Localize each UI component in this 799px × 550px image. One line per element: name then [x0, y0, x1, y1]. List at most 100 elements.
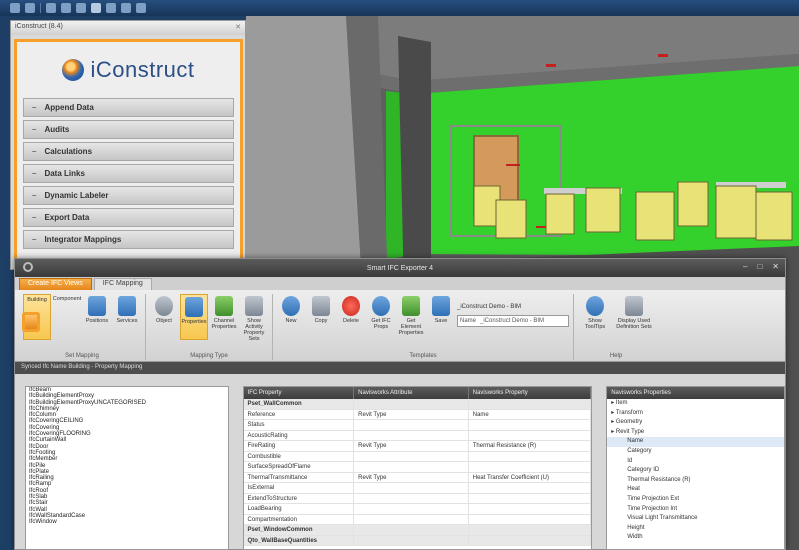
table-cell[interactable] [354, 483, 469, 493]
table-cell[interactable] [469, 504, 592, 514]
select-icon[interactable] [91, 3, 101, 13]
table-cell[interactable]: Reference [244, 409, 355, 419]
table-cell[interactable]: Revit Type [354, 441, 469, 451]
redo-icon[interactable] [61, 3, 71, 13]
tree-node[interactable]: Thermal Resistance (R) [607, 476, 784, 486]
services-button[interactable]: Services [113, 294, 141, 360]
open-icon[interactable] [10, 3, 20, 13]
delete-button[interactable]: Delete [337, 294, 365, 360]
table-cell[interactable] [354, 420, 469, 430]
column-header[interactable]: Navisworks Attribute [354, 387, 469, 399]
get-element-properties-button[interactable]: Get Element Properties [397, 294, 425, 360]
table-cell[interactable]: AcousticRating [244, 430, 355, 440]
table-cell[interactable]: FireRating [244, 441, 355, 451]
table-cell[interactable]: Heat Transfer Coefficient (U) [469, 472, 592, 482]
tree-node[interactable]: ▸ Revit Type [607, 428, 784, 438]
table-cell[interactable] [354, 535, 469, 545]
save-button[interactable]: Save [427, 294, 455, 360]
new-button[interactable]: New [277, 294, 305, 360]
tree-node[interactable]: Category ID [607, 466, 784, 476]
table-cell[interactable] [354, 525, 469, 535]
copy-button[interactable]: Copy [307, 294, 335, 360]
tree-node[interactable]: Name [607, 437, 785, 447]
tree-node[interactable]: Height [607, 524, 784, 534]
table-row[interactable]: Compartmentation [243, 514, 592, 525]
undo-icon[interactable] [46, 3, 56, 13]
properties-button[interactable]: Properties [180, 294, 208, 340]
menu-item-dynamic-labeler[interactable]: – Dynamic Labeler [23, 186, 234, 205]
show-activity-property-sets-button[interactable]: Show Activity Property Sets [240, 294, 268, 360]
tree-node[interactable]: Category [607, 447, 784, 457]
table-cell[interactable] [354, 462, 469, 472]
channel-properties-button[interactable]: Channel Properties [210, 294, 238, 360]
property-mapping-grid[interactable]: IFC Property Navisworks Attribute Navisw… [242, 386, 593, 550]
menu-item-append-data[interactable]: – Append Data [23, 98, 234, 117]
object-button[interactable]: Object [150, 294, 178, 360]
group-row[interactable]: Pset_WallCommon [243, 399, 592, 410]
component-button[interactable]: Component [22, 294, 81, 360]
template-dropdown[interactable]: _iConstruct Demo - BIM [457, 304, 569, 310]
table-cell[interactable]: Pset_WallCommon [244, 399, 355, 409]
table-row[interactable]: Status [243, 420, 592, 431]
table-cell[interactable] [469, 430, 592, 440]
menu-item-audits[interactable]: – Audits [23, 120, 234, 139]
table-row[interactable]: LoadBearing [243, 504, 592, 515]
table-cell[interactable]: Status [244, 420, 355, 430]
table-cell[interactable] [469, 483, 592, 493]
tree-node[interactable]: Visual Light Transmittance [607, 514, 784, 524]
group-row[interactable]: Pset_WindowCommon [243, 525, 592, 536]
table-cell[interactable] [354, 430, 469, 440]
table-cell[interactable]: Revit Type [354, 409, 469, 419]
tree-node[interactable]: Width [607, 533, 784, 543]
tree-node[interactable]: Heat [607, 485, 784, 495]
tree-node[interactable]: ▸ Transform [607, 409, 784, 419]
get-ifc-props-button[interactable]: Get IFC Props [367, 294, 395, 360]
show-tooltips-button[interactable]: Show ToolTips [578, 294, 612, 360]
table-cell[interactable]: Thermal Resistance (R) [469, 441, 592, 451]
table-cell[interactable] [469, 399, 592, 409]
menu-item-integrator-mappings[interactable]: – Integrator Mappings [23, 230, 234, 249]
group-row[interactable]: Qto_WallBaseQuantities [243, 535, 592, 546]
table-cell[interactable] [469, 451, 592, 461]
table-cell[interactable] [354, 504, 469, 514]
table-cell[interactable]: LoadBearing [244, 504, 355, 514]
ifc-element-list[interactable]: IfcBeam IfcBuildingElementProxy IfcBuildin… [25, 386, 229, 550]
panel-close-icon[interactable]: ✕ [235, 23, 241, 33]
measure-icon[interactable] [106, 3, 116, 13]
table-row[interactable]: Reference Revit Type Name [243, 409, 592, 420]
camera-icon[interactable] [136, 3, 146, 13]
table-cell[interactable]: Name [469, 409, 592, 419]
tree-node[interactable]: Time Projection Ext [607, 495, 784, 505]
minimize-icon[interactable]: – [743, 262, 747, 271]
table-cell[interactable]: ExtendToStructure [244, 493, 355, 503]
table-row[interactable]: ThermalTransmittance Revit Type Heat Trans… [243, 472, 592, 483]
table-cell[interactable]: Revit Type [354, 472, 469, 482]
tree-node[interactable]: ▸ Item [607, 399, 784, 409]
table-cell[interactable]: Combustible [244, 451, 355, 461]
table-cell[interactable] [469, 420, 592, 430]
navisworks-properties-tree[interactable]: Navisworks Properties ▸ Item ▸ Transform ▸… [606, 386, 786, 550]
name-field[interactable]: Name _iConstruct Demo - BIM [457, 315, 569, 327]
tree-node[interactable]: ▸ Geometry [607, 418, 784, 428]
table-row[interactable]: SurfaceSpreadOfFlame [243, 462, 592, 473]
table-row[interactable]: IsExternal [243, 483, 592, 494]
table-cell[interactable] [469, 514, 592, 524]
table-cell[interactable] [354, 451, 469, 461]
table-cell[interactable]: Qto_WallBaseQuantities [244, 535, 355, 545]
tab-ifc-mapping[interactable]: IFC Mapping [93, 278, 152, 290]
maximize-icon[interactable]: □ [757, 262, 762, 271]
column-header[interactable]: IFC Property [244, 387, 355, 399]
table-cell[interactable] [469, 535, 592, 545]
menu-item-data-links[interactable]: – Data Links [23, 164, 234, 183]
table-cell[interactable] [354, 493, 469, 503]
table-cell[interactable]: IsExternal [244, 483, 355, 493]
close-icon[interactable]: ✕ [772, 262, 779, 271]
tree-node[interactable]: Id [607, 457, 784, 467]
save-icon[interactable] [25, 3, 35, 13]
table-cell[interactable] [354, 514, 469, 524]
table-cell[interactable] [469, 462, 592, 472]
table-row[interactable]: ExtendToStructure [243, 493, 592, 504]
print-icon[interactable] [76, 3, 86, 13]
positions-button[interactable]: Positions [83, 294, 111, 360]
menu-item-export-data[interactable]: – Export Data [23, 208, 234, 227]
